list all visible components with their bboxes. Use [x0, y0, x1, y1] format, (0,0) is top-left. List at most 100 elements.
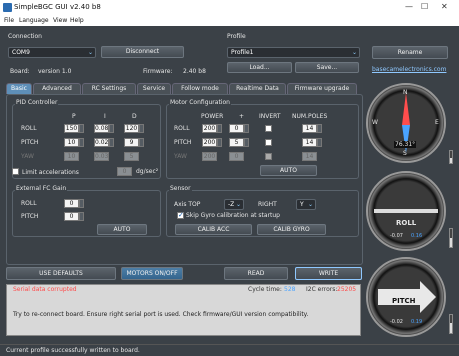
- spinner[interactable]: [79, 138, 84, 147]
- motor-row-label: PITCH: [174, 139, 192, 146]
- pid-title: PID Controller: [15, 99, 59, 106]
- cycle-label: Cycle time:: [248, 286, 282, 293]
- motor-auto-button[interactable]: AUTO: [260, 165, 317, 176]
- pid-yaw-d: 5: [124, 152, 139, 161]
- ext-roll-value[interactable]: 0: [64, 199, 79, 208]
- read-button[interactable]: READ: [224, 267, 288, 280]
- tab-basic[interactable]: Basic: [6, 83, 32, 94]
- tab-service[interactable]: Service: [137, 83, 171, 94]
- rename-button[interactable]: Rename: [372, 46, 448, 59]
- write-button[interactable]: WRITE: [295, 267, 362, 280]
- spinner[interactable]: [79, 212, 84, 221]
- spinner[interactable]: [317, 124, 322, 133]
- tab-realtime-data[interactable]: Realtime Data: [229, 83, 286, 94]
- tab-firmware-upgrade[interactable]: Firmware upgrade: [287, 83, 357, 94]
- calib-gyro-button[interactable]: CALIB GYRO: [257, 224, 326, 235]
- pid-yaw-i: 0.03: [94, 152, 109, 161]
- tab-follow-mode[interactable]: Follow mode: [172, 83, 228, 94]
- maximize-button[interactable]: ☐: [421, 2, 428, 11]
- motors-toggle-button[interactable]: MOTORS ON/OFF: [121, 267, 183, 280]
- spinner[interactable]: [79, 124, 84, 133]
- chevron-down-icon: ⌄: [87, 49, 93, 56]
- motor-col-poles: NUM.POLES: [292, 113, 328, 120]
- connection-title: Connection: [8, 33, 42, 40]
- spinner[interactable]: [79, 199, 84, 208]
- spinner[interactable]: [244, 138, 249, 147]
- calib-acc-button[interactable]: CALIB ACC: [175, 224, 252, 235]
- roll-value-a: -0.07: [390, 233, 403, 239]
- pid-pitch-d[interactable]: 9: [124, 138, 139, 147]
- use-defaults-button[interactable]: USE DEFAULTS: [6, 267, 116, 280]
- roll-level-bar: [449, 228, 453, 248]
- motor-pitch-invert[interactable]: [265, 139, 272, 146]
- pid-row-label: ROLL: [21, 125, 37, 132]
- compass-s: S: [403, 150, 407, 157]
- yaw-value: 76.31°: [394, 141, 417, 148]
- save-button[interactable]: Save...: [295, 62, 359, 73]
- compass-e: E: [435, 119, 439, 126]
- motor-row-label: YAW: [174, 153, 187, 160]
- pid-col-p: P: [72, 113, 76, 120]
- pitch-value-b: 0.19: [411, 319, 423, 325]
- board-value: version 1.0: [38, 68, 72, 75]
- spinner[interactable]: [217, 138, 222, 147]
- motor-pitch-poles[interactable]: 14: [302, 138, 317, 147]
- i2c-value: 25205: [337, 286, 357, 293]
- motor-pitch-power[interactable]: 200: [202, 138, 217, 147]
- motor-pitch-plus[interactable]: 5: [229, 138, 244, 147]
- motor-col-plus: +: [239, 113, 245, 120]
- ext-pitch-value[interactable]: 0: [64, 212, 79, 221]
- limit-accel-value: 0: [117, 167, 132, 176]
- menu-help[interactable]: Help: [70, 17, 84, 24]
- spinner[interactable]: [139, 138, 144, 147]
- right-label: RIGHT: [258, 201, 277, 208]
- menu-view[interactable]: View: [53, 17, 67, 24]
- profile-title: Profile: [227, 33, 246, 40]
- pid-row-label: YAW: [21, 153, 34, 160]
- board-label: Board:: [10, 68, 30, 75]
- tab-advanced[interactable]: Advanced: [33, 83, 81, 94]
- axis-top-select[interactable]: -Z ⌄: [224, 199, 244, 210]
- menu-file[interactable]: File: [4, 17, 14, 24]
- roll-horizon-bar: [374, 209, 438, 213]
- pitch-level-bar: [449, 314, 453, 334]
- status-text: Current profile successfully written to …: [6, 347, 140, 354]
- pid-pitch-i[interactable]: 0.02: [94, 138, 109, 147]
- motor-roll-invert[interactable]: [265, 125, 272, 132]
- pitch-label: PITCH: [392, 297, 416, 305]
- skip-gyro-checkbox[interactable]: [177, 211, 184, 219]
- limit-accel-checkbox[interactable]: [12, 168, 19, 175]
- spinner[interactable]: [139, 124, 144, 133]
- motor-yaw-invert: [265, 153, 272, 160]
- motor-roll-power[interactable]: 200: [202, 124, 217, 133]
- pid-row-label: PITCH: [21, 139, 39, 146]
- motor-roll-plus[interactable]: 0: [229, 124, 244, 133]
- pid-roll-d[interactable]: 120: [124, 124, 139, 133]
- app-icon: [3, 3, 12, 12]
- yaw-level-bar: [449, 150, 453, 164]
- compass-w: W: [372, 119, 378, 126]
- spinner[interactable]: [109, 124, 114, 133]
- spinner[interactable]: [317, 138, 322, 147]
- pid-roll-p[interactable]: 150: [64, 124, 79, 133]
- load-button[interactable]: Load...: [227, 62, 292, 73]
- disconnect-button[interactable]: Disconnect: [101, 46, 184, 58]
- port-select[interactable]: COM9 ⌄: [8, 47, 96, 58]
- minimize-button[interactable]: —: [405, 2, 413, 11]
- tab-rc-settings[interactable]: RC Settings: [82, 83, 136, 94]
- chevron-down-icon: ⌄: [235, 201, 241, 208]
- skip-gyro-label: Skip Gyro calibration at startup: [186, 212, 280, 219]
- spinner[interactable]: [244, 124, 249, 133]
- motor-roll-poles[interactable]: 14: [302, 124, 317, 133]
- website-link[interactable]: basecamelectronics.com: [372, 66, 446, 73]
- motor-col-invert: INVERT: [259, 113, 281, 120]
- menu-language[interactable]: Language: [19, 17, 49, 24]
- ext-auto-button[interactable]: AUTO: [97, 224, 147, 235]
- close-button[interactable]: ✕: [441, 2, 448, 11]
- spinner[interactable]: [109, 138, 114, 147]
- pid-roll-i[interactable]: 0.08: [94, 124, 109, 133]
- profile-select[interactable]: Profile1 ⌄: [227, 47, 360, 58]
- spinner[interactable]: [217, 124, 222, 133]
- pid-pitch-p[interactable]: 10: [64, 138, 79, 147]
- right-select[interactable]: Y ⌄: [296, 199, 316, 210]
